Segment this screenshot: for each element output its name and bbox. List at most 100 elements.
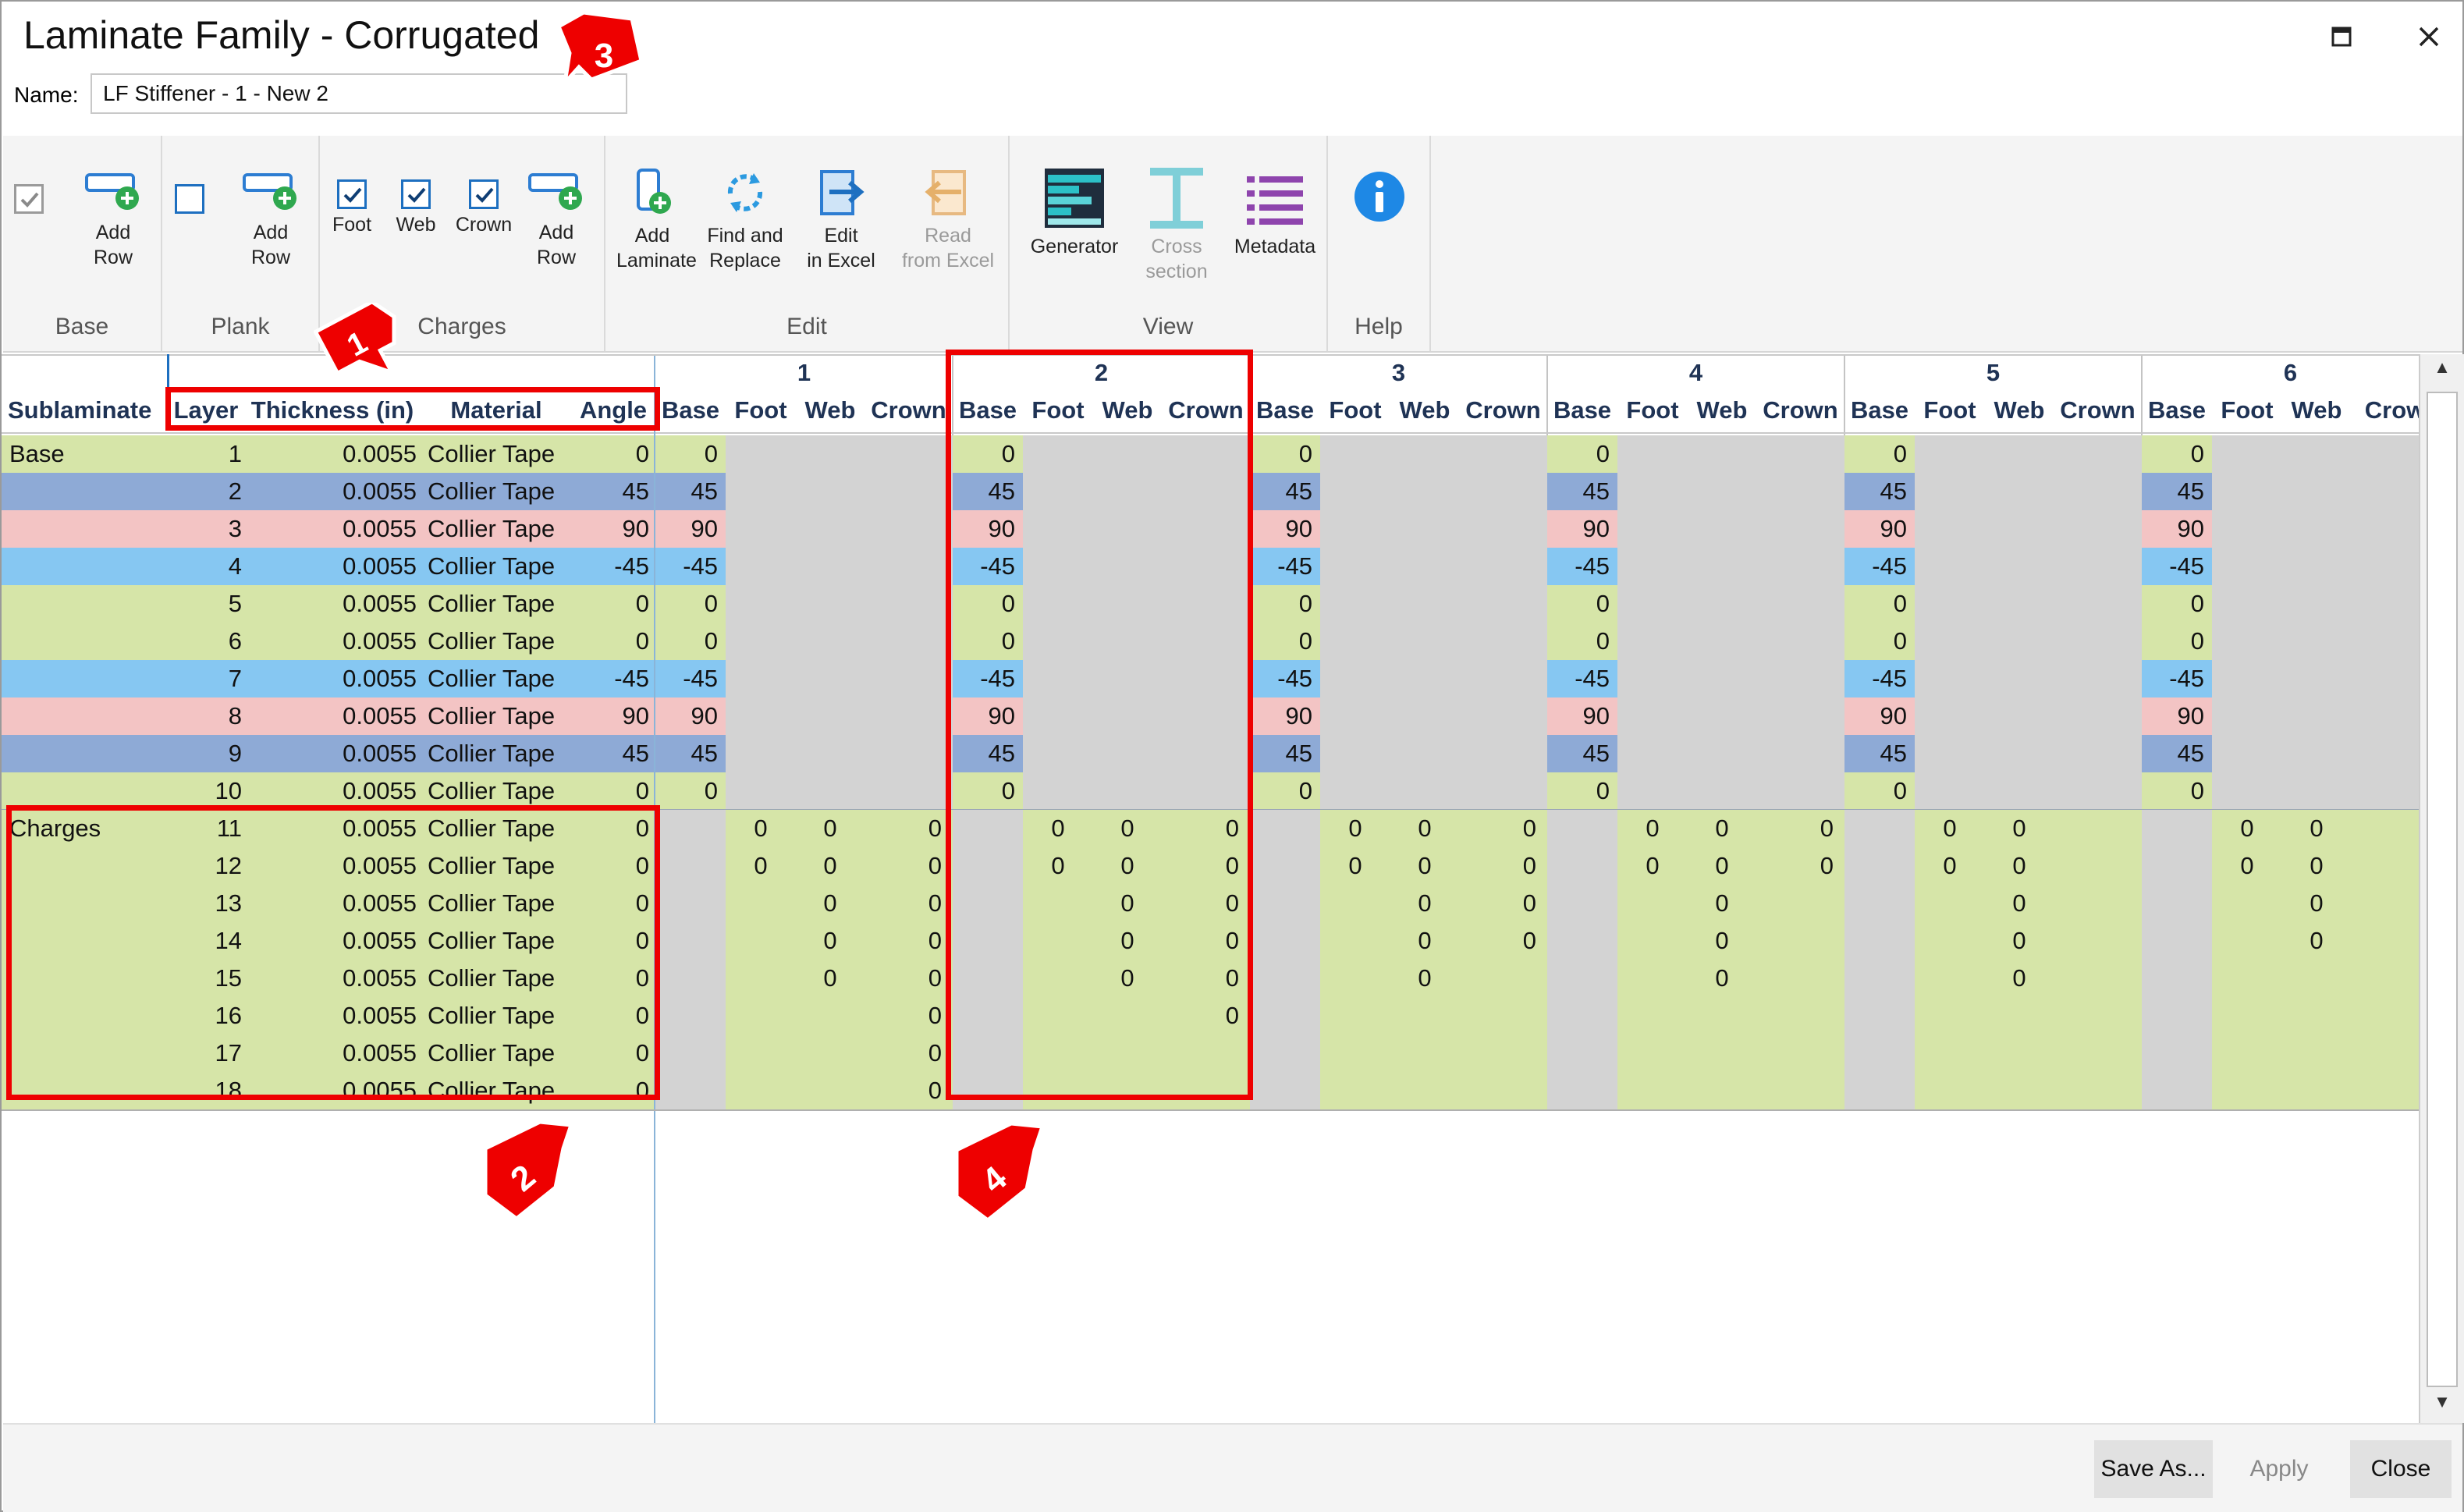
angle-cell: -45 bbox=[614, 552, 649, 580]
charge-cell-bg bbox=[1320, 1072, 1547, 1109]
charge-cell-bg bbox=[1915, 585, 2142, 623]
charge-cell-bg bbox=[1320, 772, 1547, 810]
base-angle-cell: 0 bbox=[704, 777, 718, 804]
sub-column-header: Foot bbox=[1923, 396, 1976, 424]
base-angle-cell: 90 bbox=[1285, 515, 1312, 542]
base-cell-bg bbox=[655, 960, 726, 997]
sub-column-header: Crown bbox=[1763, 396, 1838, 424]
annotation-tag-1: 1 bbox=[314, 303, 396, 376]
add-row-icon bbox=[243, 173, 296, 210]
charge-value-cell: 0 bbox=[1522, 852, 1536, 879]
generator-button[interactable]: Generator bbox=[1025, 167, 1124, 259]
scroll-up-icon[interactable]: ▲ bbox=[2428, 357, 2456, 385]
charges-add-row-button[interactable]: Add Row bbox=[521, 167, 591, 270]
angle-cell: 45 bbox=[622, 477, 649, 505]
plank-add-row-button[interactable]: Add Row bbox=[236, 167, 306, 270]
base-angle-cell: 0 bbox=[1596, 777, 1610, 804]
find-replace-icon bbox=[727, 173, 763, 212]
base-cell-bg bbox=[1250, 885, 1320, 922]
plank-checkbox[interactable] bbox=[175, 184, 204, 218]
base-cell-bg bbox=[2142, 847, 2212, 885]
thickness-cell: 0.0055 bbox=[343, 702, 417, 729]
base-angle-cell: -45 bbox=[1872, 552, 1907, 580]
base-angle-cell: 0 bbox=[1893, 777, 1907, 804]
vertical-scrollbar[interactable]: ▲ ▼ bbox=[2419, 354, 2464, 1423]
charge-cell-bg bbox=[1320, 473, 1547, 510]
name-input[interactable] bbox=[91, 73, 627, 114]
base-add-row-button[interactable]: Add Row bbox=[78, 167, 148, 270]
charge-value-cell: 0 bbox=[1820, 852, 1834, 879]
help-button[interactable] bbox=[1351, 170, 1408, 228]
layer-cell: 10 bbox=[215, 777, 242, 804]
base-checkbox[interactable] bbox=[14, 184, 44, 218]
base-cell-bg bbox=[1250, 1072, 1320, 1109]
save-as-button[interactable]: Save As... bbox=[2094, 1440, 2213, 1498]
thickness-cell: 0.0055 bbox=[343, 477, 417, 505]
charge-value-cell: 0 bbox=[928, 815, 942, 842]
apply-button[interactable]: Apply bbox=[2227, 1440, 2331, 1498]
charge-value-cell: 0 bbox=[2012, 927, 2026, 954]
base-angle-cell: 0 bbox=[1893, 440, 1907, 467]
find-replace-button[interactable]: Find and Replace bbox=[699, 167, 791, 273]
scroll-down-icon[interactable]: ▼ bbox=[2428, 1392, 2456, 1420]
table-bottom-line bbox=[2, 1109, 2419, 1111]
thickness-cell: 0.0055 bbox=[343, 627, 417, 655]
add-laminate-button[interactable]: Add Laminate bbox=[616, 167, 697, 273]
laminate-group-number: 3 bbox=[1391, 359, 1406, 386]
charges-web-checkbox[interactable]: Web bbox=[392, 179, 440, 236]
plank-add-row-label-2: Row bbox=[250, 247, 290, 268]
checkmark-icon bbox=[475, 187, 494, 203]
read-excel-label-2: from Excel bbox=[901, 250, 995, 272]
metadata-button[interactable]: Metadata bbox=[1228, 167, 1322, 259]
sub-column-header: Crow bbox=[2364, 396, 2419, 424]
cross-section-button[interactable]: Cross section bbox=[1136, 167, 1217, 284]
charge-cell-bg bbox=[1915, 623, 2142, 660]
charge-value-cell: 0 bbox=[1418, 964, 1432, 992]
edit-in-excel-button[interactable]: Edit in Excel bbox=[802, 167, 880, 273]
base-angle-cell: 90 bbox=[691, 702, 718, 729]
layer-cell: 5 bbox=[228, 590, 242, 617]
charges-foot-checkbox[interactable]: Foot bbox=[328, 179, 376, 236]
base-angle-cell: -45 bbox=[2169, 552, 2204, 580]
laminate-family-window: Laminate Family - Corrugated Name: Add R… bbox=[0, 0, 2464, 1512]
maximize-button[interactable] bbox=[2322, 17, 2361, 56]
charge-cell-bg bbox=[726, 435, 953, 473]
base-angle-cell: 45 bbox=[1582, 740, 1610, 767]
scrollbar-thumb[interactable] bbox=[2427, 392, 2458, 1387]
base-cell-bg bbox=[1844, 1072, 1915, 1109]
base-cell-bg bbox=[1547, 1035, 1617, 1072]
base-cell-bg bbox=[2142, 960, 2212, 997]
read-excel-icon bbox=[925, 170, 966, 215]
close-button[interactable]: Close bbox=[2350, 1440, 2452, 1498]
metadata-icon bbox=[1247, 176, 1303, 225]
base-cell-bg bbox=[1547, 847, 1617, 885]
metadata-label: Metadata bbox=[1234, 236, 1316, 257]
sub-column-header: Web bbox=[2291, 396, 2342, 424]
read-from-excel-button[interactable]: Read from Excel bbox=[899, 167, 997, 273]
base-cell-bg bbox=[655, 1035, 726, 1072]
charge-cell-bg bbox=[1617, 623, 1844, 660]
angle-cell: 90 bbox=[622, 702, 649, 729]
base-angle-cell: -45 bbox=[1277, 552, 1312, 580]
base-angle-cell: -45 bbox=[1575, 552, 1610, 580]
base-cell-bg bbox=[1844, 960, 1915, 997]
close-window-button[interactable] bbox=[2409, 17, 2448, 56]
material-cell: Collier Tape bbox=[428, 440, 556, 467]
charges-crown-checkbox[interactable]: Crown bbox=[451, 179, 517, 236]
charge-cell-bg bbox=[726, 697, 953, 735]
charge-cell-bg bbox=[726, 510, 953, 548]
charge-value-cell: 0 bbox=[2012, 889, 2026, 917]
close-icon bbox=[2419, 27, 2439, 47]
base-cell-bg bbox=[1547, 1072, 1617, 1109]
material-cell: Collier Tape bbox=[428, 590, 556, 617]
laminate-group-number: 6 bbox=[2283, 359, 2298, 386]
charge-value-cell: 0 bbox=[1715, 815, 1729, 842]
base-angle-cell: 0 bbox=[1596, 590, 1610, 617]
charge-value-cell: 0 bbox=[1522, 815, 1536, 842]
thickness-cell: 0.0055 bbox=[343, 590, 417, 617]
angle-cell: -45 bbox=[614, 665, 649, 692]
charge-value-cell: 0 bbox=[754, 815, 768, 842]
annotation-box-headers bbox=[165, 387, 660, 431]
edit-excel-label-2: in Excel bbox=[807, 250, 875, 272]
name-label: Name: bbox=[14, 83, 79, 107]
